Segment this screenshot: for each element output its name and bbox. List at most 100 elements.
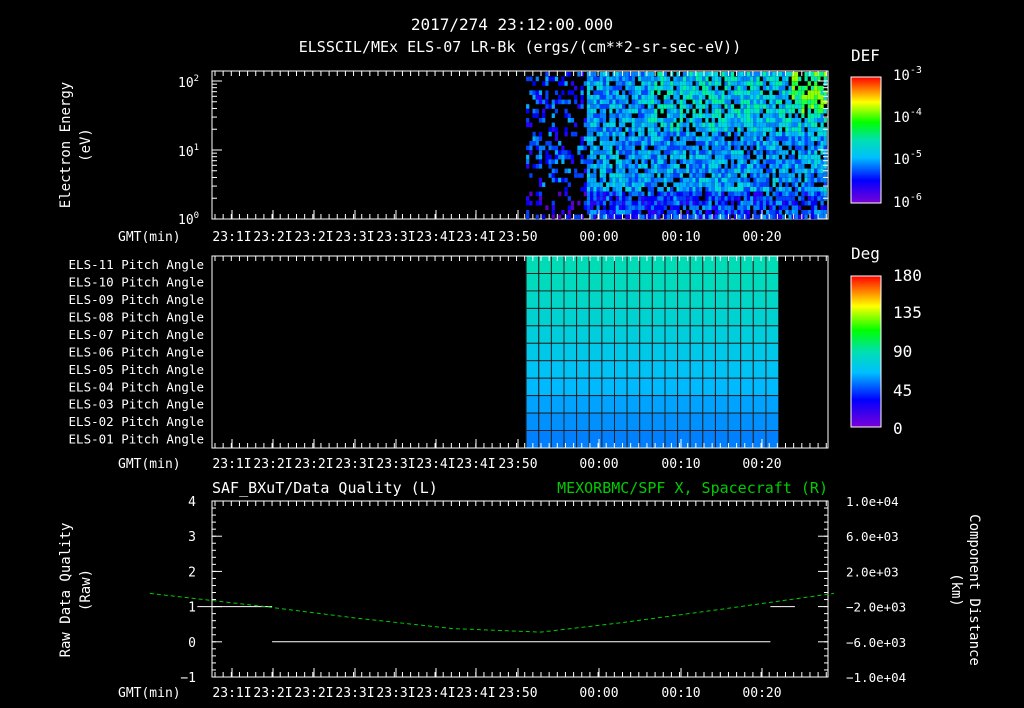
- spectrogram-cell: [618, 122, 623, 128]
- spectrogram-cell: [718, 200, 722, 206]
- spectrogram-cell: [791, 95, 795, 100]
- spectrogram-cell: [618, 76, 623, 82]
- spectrogram-cell: [670, 164, 674, 169]
- pitch-angle-cell: [765, 360, 780, 379]
- spectrogram-cell: [730, 191, 735, 197]
- spectrogram-cell: [718, 164, 722, 169]
- spectrogram-cell: [654, 210, 658, 215]
- spectrogram-cell: [625, 113, 629, 118]
- spectrogram-cell: [615, 154, 619, 160]
- spectrogram-cell: [740, 159, 744, 164]
- spectrogram-cell: [641, 90, 645, 95]
- spectrogram-cell: [823, 108, 827, 114]
- pitch-angle-channel-label: ELS-06 Pitch Angle: [69, 344, 204, 359]
- spectrogram-cell: [673, 150, 677, 155]
- spectrogram-cell: [679, 90, 683, 95]
- spectrogram-cell: [647, 200, 651, 206]
- spectrogram-cell: [714, 210, 719, 215]
- spectrogram-cell: [782, 200, 786, 206]
- spectrogram-cell: [794, 72, 799, 77]
- spectrogram-cell: [810, 182, 815, 187]
- spectrogram-cell: [782, 85, 786, 91]
- spectrogram-cell: [778, 113, 783, 118]
- spectrogram-cell: [558, 177, 562, 183]
- pitch-angle-cell: [614, 273, 628, 292]
- spectrogram-cell: [740, 210, 744, 215]
- spectrogram-cell: [695, 154, 699, 160]
- spectrogram-cell: [724, 214, 728, 220]
- spectrogram-cell: [615, 99, 619, 105]
- spectrogram-cell: [554, 131, 559, 137]
- spectrogram-cell: [718, 76, 722, 82]
- spectrogram-cell: [791, 131, 795, 137]
- spectrogram-cell: [692, 200, 696, 206]
- spectrogram-cell: [596, 131, 600, 137]
- spectrogram-cell: [650, 81, 655, 86]
- spectrogram-cell: [673, 196, 677, 201]
- spectrogram-cell: [772, 150, 776, 155]
- xtick-label: 23:1І: [212, 457, 251, 472]
- spectrogram-cell: [705, 127, 709, 132]
- spectrogram-cell: [759, 145, 763, 151]
- spectrogram-cell: [682, 81, 687, 86]
- spectrogram-cell: [743, 164, 747, 169]
- spectrogram-cell: [810, 136, 815, 141]
- spectrogram-cell: [567, 168, 571, 174]
- spectrogram-cell: [750, 182, 754, 187]
- spectrogram-cell: [660, 191, 664, 197]
- pitch-angle-cell: [765, 412, 780, 432]
- spectrogram-cell: [666, 81, 671, 86]
- spectrogram-cell: [602, 168, 607, 174]
- spectrogram-cell: [718, 141, 722, 146]
- spectrogram-cell: [532, 90, 536, 95]
- spectrogram-cell: [682, 136, 687, 141]
- quality-title-right: MEXORBMC/SPF X, Spacecraft (R): [557, 479, 828, 497]
- spectrogram-cell: [554, 150, 559, 155]
- spectrogram-cell: [817, 113, 821, 118]
- spectrogram-cell: [702, 200, 706, 206]
- spectrogram-cell: [542, 113, 546, 118]
- spectrogram-cell: [740, 182, 744, 187]
- spectrogram-cell: [570, 200, 575, 206]
- spectrogram-cell: [641, 205, 645, 210]
- spectrogram-cell: [727, 85, 731, 91]
- spectrogram-cell: [820, 72, 824, 77]
- spectrogram-cell: [647, 136, 651, 141]
- spectrogram-cell: [596, 182, 600, 187]
- spectrogram-cell: [670, 159, 674, 164]
- spectrogram-cell: [682, 159, 687, 164]
- spectrogram-cell: [698, 108, 703, 114]
- pitch-angle-cell: [715, 255, 729, 274]
- spectrogram-cell: [823, 164, 827, 169]
- spectrogram-cell: [746, 150, 751, 155]
- spectrogram-cell: [791, 177, 795, 183]
- spectrogram-cell: [698, 164, 703, 169]
- spectrogram-cell: [711, 127, 715, 132]
- spectrogram-cell: [538, 90, 543, 95]
- spectrogram-cell: [641, 191, 645, 197]
- spectrogram-cell: [785, 136, 789, 141]
- spectrogram-cell: [622, 173, 626, 178]
- spectrogram-cell: [807, 145, 811, 151]
- spectrogram-cell: [686, 122, 690, 128]
- spectrogram-cell: [638, 200, 642, 206]
- spectrogram-cell: [663, 200, 667, 206]
- spectrogram-cell: [769, 154, 773, 160]
- spectrogram-cell: [644, 164, 648, 169]
- spectrogram-cell: [801, 196, 805, 201]
- spectrogram-cell: [583, 168, 587, 174]
- spectrogram-cell: [628, 164, 632, 169]
- spectrogram-cell: [628, 159, 632, 164]
- quality-left-tick-labels: 43210−1: [180, 495, 196, 686]
- spectrogram-cell: [711, 173, 715, 178]
- spectrogram-cell: [622, 196, 626, 201]
- spectrogram-cell: [663, 99, 667, 105]
- spectrogram-cell: [618, 214, 623, 220]
- spectrogram-cell: [682, 177, 687, 183]
- spectrogram-cell: [762, 76, 767, 82]
- colorbar-tick-label: 90: [893, 342, 912, 361]
- pitch-angle-cell: [588, 360, 603, 379]
- spectrogram-cell: [791, 173, 795, 178]
- pitch-angle-cell: [651, 412, 666, 432]
- spectrogram-cell: [756, 200, 760, 206]
